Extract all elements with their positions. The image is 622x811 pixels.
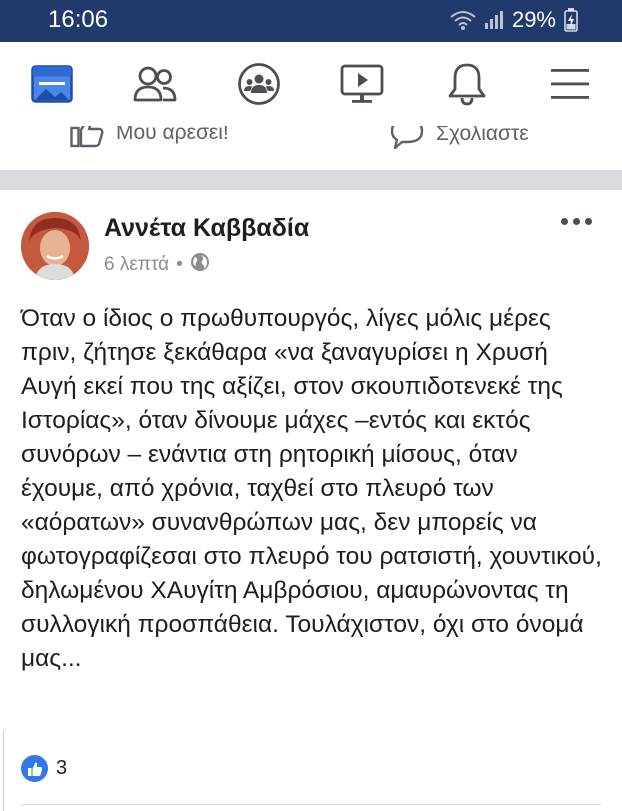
- status-time: 16:06: [48, 6, 109, 33]
- nav-news-feed[interactable]: [7, 42, 97, 126]
- signal-icon: [484, 10, 504, 30]
- feed-separator: [0, 170, 622, 190]
- status-bar: 16:06 29%: [0, 0, 622, 42]
- edge-line: [0, 730, 4, 811]
- post-options-button[interactable]: [561, 218, 592, 225]
- comment-icon: [390, 126, 424, 150]
- wifi-icon: [450, 10, 476, 30]
- watch-icon: [340, 64, 384, 103]
- bell-icon: [448, 63, 486, 106]
- author-name[interactable]: Αννέτα Καββαδία: [104, 214, 309, 243]
- nav-groups[interactable]: [214, 42, 304, 126]
- battery-charging-icon: [564, 8, 578, 32]
- like-button[interactable]: Μου αρεσει!: [70, 126, 229, 148]
- reactions-summary[interactable]: 3: [21, 755, 67, 782]
- top-nav-bar: [0, 42, 622, 127]
- post-time[interactable]: 6 λεπτά: [104, 254, 169, 276]
- comment-button[interactable]: Σχολιαστε: [390, 126, 529, 150]
- nav-menu[interactable]: [525, 42, 615, 126]
- friends-icon: [133, 66, 177, 102]
- meta-separator: •: [176, 254, 183, 275]
- post-meta: 6 λεπτά •: [104, 252, 210, 278]
- more-dot: [573, 218, 580, 225]
- divider: [21, 804, 601, 805]
- avatar[interactable]: [21, 212, 89, 280]
- groups-icon: [238, 63, 280, 105]
- status-indicators: 29%: [450, 7, 578, 33]
- comment-label: Σχολιαστε: [436, 126, 529, 145]
- nav-watch[interactable]: [317, 42, 407, 126]
- likes-count: 3: [56, 757, 68, 779]
- like-reaction-icon: [21, 755, 48, 782]
- like-label: Μου αρεσει!: [116, 126, 229, 144]
- thumbs-up-icon: [70, 126, 104, 148]
- globe-icon: [190, 252, 210, 278]
- previous-post-actions: Μου αρεσει! Σχολιαστε: [0, 126, 622, 170]
- news-feed-icon: [31, 65, 73, 103]
- nav-friends[interactable]: [110, 42, 200, 126]
- more-dot: [585, 218, 592, 225]
- post-text: Όταν ο ίδιος ο πρωθυπουργός, λίγες μόλις…: [21, 305, 602, 672]
- nav-notifications[interactable]: [422, 42, 512, 126]
- more-dot: [561, 218, 568, 225]
- post-card: Αννέτα Καββαδία 6 λεπτά • Όταν ο ίδιος ο…: [0, 190, 622, 811]
- hamburger-icon: [551, 69, 589, 99]
- battery-text: 29%: [511, 7, 556, 32]
